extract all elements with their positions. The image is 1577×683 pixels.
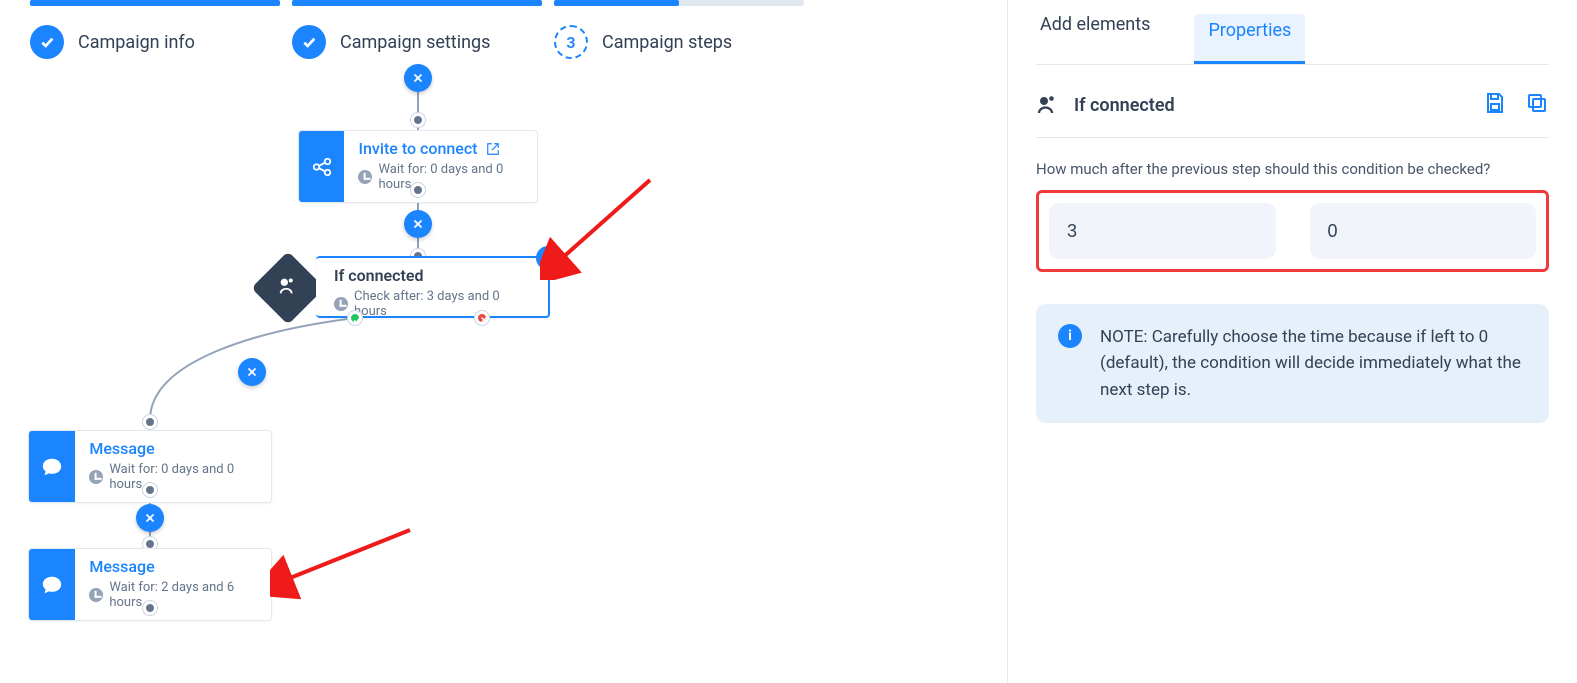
open-external-icon[interactable] [486,142,500,156]
hours-input[interactable] [1310,203,1537,259]
node-close-button[interactable] [536,246,560,270]
progress-bar-1 [30,0,280,6]
time-inputs-highlight: days hours [1036,190,1549,272]
tab-add-elements[interactable]: Add elements [1036,14,1154,64]
step-label: Campaign steps [602,32,732,53]
save-icon[interactable] [1483,91,1507,119]
condition-icon [251,251,325,325]
add-step-button[interactable] [404,64,432,92]
clock-icon [334,297,348,311]
hours-field: hours [1310,203,1537,259]
share-icon [299,131,344,202]
node-subtitle: Wait for: 0 days and 0 hours [378,162,523,192]
node-subtitle: Wait for: 0 days and 0 hours [109,462,257,492]
check-icon [30,25,64,59]
node-subtitle: Check after: 3 days and 0 hours [354,289,534,319]
days-input[interactable] [1049,203,1276,259]
note-box: i NOTE: Carefully choose the time becaus… [1036,304,1549,423]
clock-icon [89,588,103,602]
chat-icon [29,549,75,620]
node-title: Message [89,557,154,576]
check-icon [292,25,326,59]
field-question: How much after the previous step should … [1036,160,1549,178]
port[interactable] [411,113,425,127]
tab-properties[interactable]: Properties [1194,14,1305,64]
port-true[interactable] [348,311,362,325]
condition-icon [1036,93,1060,117]
clock-icon [89,470,103,484]
progress-bar-2 [292,0,542,6]
node-title: Invite to connect [358,139,477,158]
progress-bar-3-fg [554,0,679,6]
clock-icon [358,170,372,184]
flow-canvas[interactable]: Campaign info Campaign settings 3 Campai… [0,0,1000,683]
note-text: NOTE: Carefully choose the time because … [1100,324,1527,403]
port[interactable] [411,183,425,197]
chat-icon [29,431,75,502]
panel-tabs: Add elements Properties [1036,0,1549,65]
step-campaign-steps[interactable]: 3 Campaign steps [554,25,732,59]
port[interactable] [143,483,157,497]
panel-title: If connected [1074,95,1175,116]
node-title: Message [89,439,154,458]
step-campaign-settings[interactable]: Campaign settings [292,25,490,59]
delete-connection-button[interactable] [238,358,266,386]
node-title: If connected [334,266,423,285]
step-label: Campaign settings [340,32,490,53]
port-false[interactable] [475,311,489,325]
days-field: days [1049,203,1276,259]
node-subtitle: Wait for: 2 days and 6 hours [109,580,257,610]
copy-icon[interactable] [1525,91,1549,119]
step-number: 3 [554,25,588,59]
info-icon: i [1058,324,1082,348]
step-campaign-info[interactable]: Campaign info [30,25,195,59]
delete-connection-button[interactable] [136,504,164,532]
delete-connection-button[interactable] [404,210,432,238]
step-label: Campaign info [78,32,195,53]
node-if-connected[interactable]: If connected Check after: 3 days and 0 h… [316,256,550,318]
port[interactable] [143,601,157,615]
properties-panel: Add elements Properties If connected How… [1007,0,1577,683]
port[interactable] [143,415,157,429]
